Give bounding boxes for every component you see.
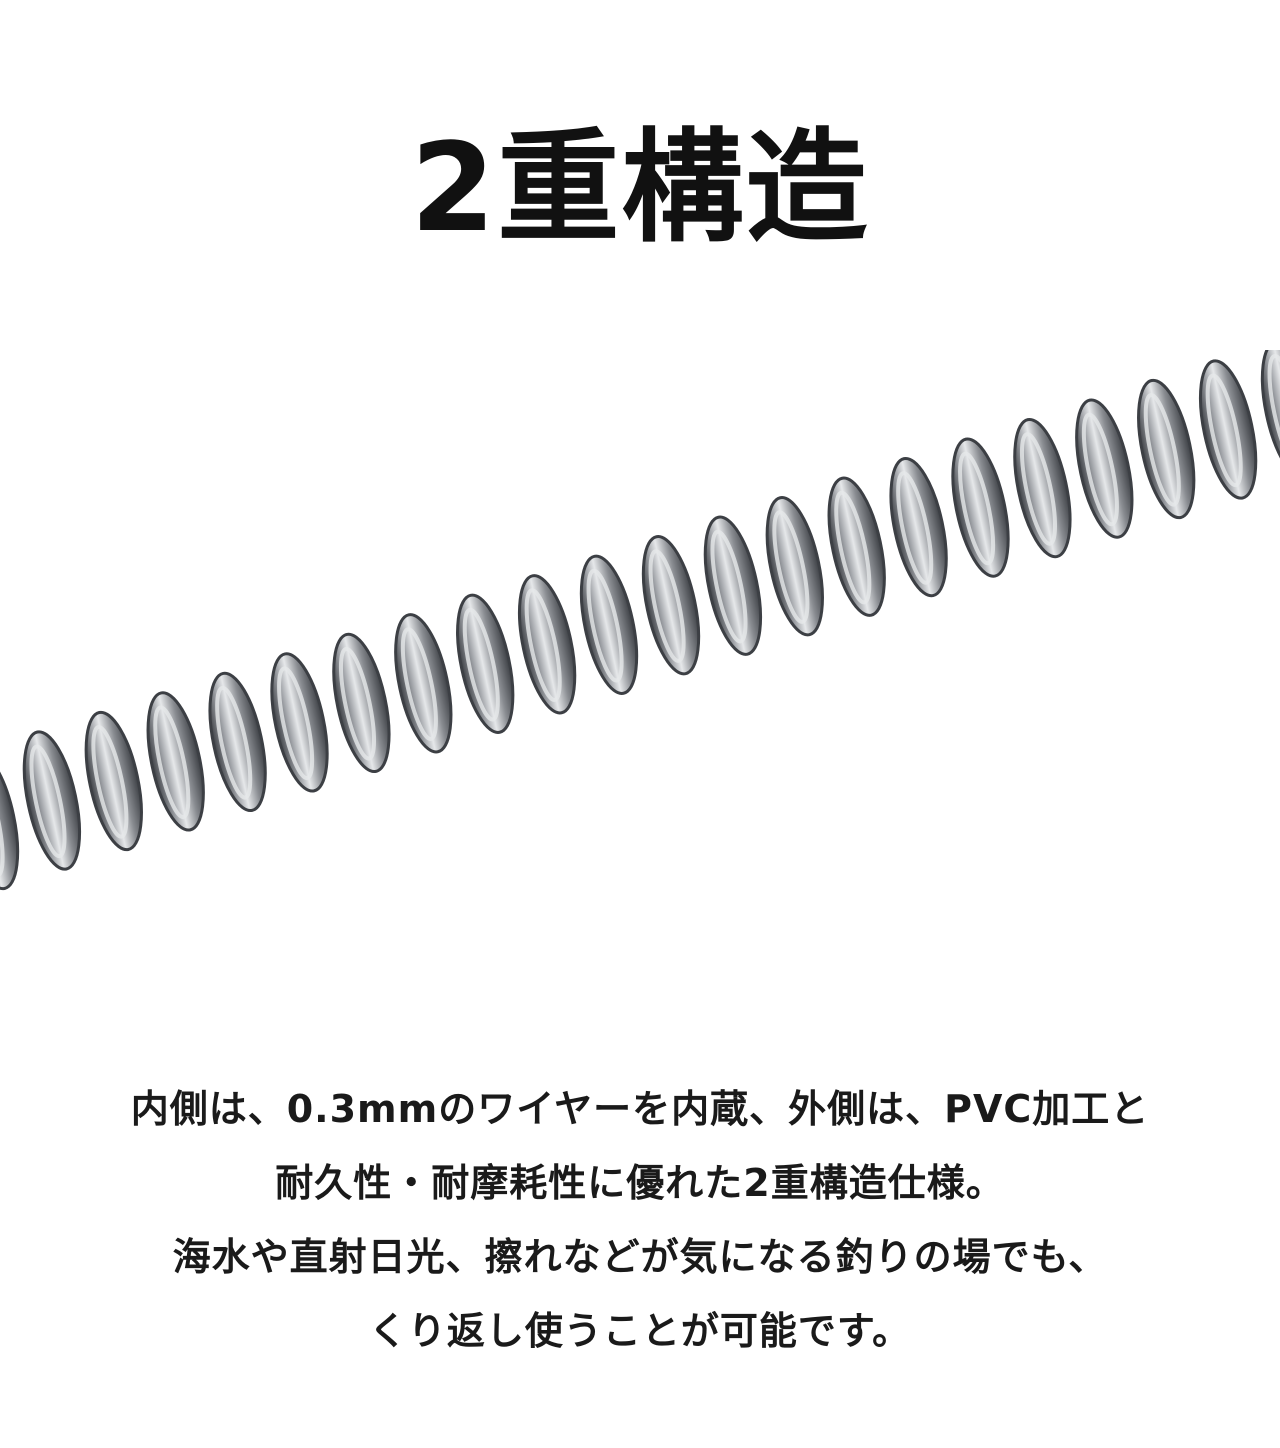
spring-coil: [146, 691, 205, 832]
spring-coil: [394, 613, 453, 754]
spring-coil: [1198, 359, 1258, 500]
spring-coil: [517, 574, 577, 715]
coiled-spring-wire-icon: [0, 350, 1280, 891]
description-line-1: 内側は、0.3mmのワイヤーを内蔵、外側は、PVC加工と: [130, 1087, 1150, 1131]
spring-coil: [951, 437, 1010, 578]
description-line-4: くり返し使うことが可能です。: [368, 1309, 912, 1353]
spring-image: [0, 350, 1280, 970]
spring-coil: [208, 671, 267, 813]
description-line-3: 海水や直射日光、擦れなどが気になる釣りの場でも、: [172, 1235, 1108, 1279]
spring-coil: [456, 593, 515, 734]
spring-coil: [889, 456, 948, 598]
spring-coil: [1137, 378, 1196, 520]
page-title: 2重構造: [410, 117, 870, 259]
description-block: 内側は、0.3mmのワイヤーを内蔵、外側は、PVC加工と 耐久性・耐摩耗性に優れ…: [0, 1072, 1280, 1368]
spring-coil: [765, 496, 824, 637]
spring-coil: [1075, 398, 1134, 539]
spring-coil: [332, 632, 391, 774]
spring-coil: [827, 476, 886, 617]
spring-coil: [84, 710, 143, 852]
spring-coil: [579, 554, 639, 695]
spring-coil: [703, 515, 763, 656]
spring-coil: [270, 652, 329, 793]
spring-coil: [22, 730, 82, 871]
spring-coil: [1013, 417, 1072, 559]
description-line-2: 耐久性・耐摩耗性に優れた2重構造仕様。: [275, 1161, 1005, 1205]
spring-coil: [641, 535, 701, 676]
